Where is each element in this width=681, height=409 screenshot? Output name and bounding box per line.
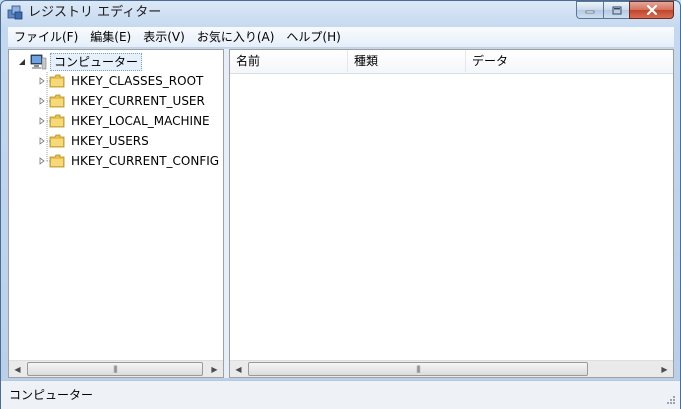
close-button[interactable] (629, 1, 674, 19)
tree-item-hkcc[interactable]: HKEY_CURRENT_CONFIG (37, 152, 221, 170)
tree-horizontal-scrollbar[interactable]: ◀ ||| ▶ (9, 360, 223, 377)
tree-item-hku[interactable]: HKEY_USERS (37, 132, 151, 150)
list-horizontal-scrollbar[interactable]: ◀ ||| ▶ (230, 360, 673, 377)
tree-item-label: HKEY_CURRENT_CONFIG (71, 154, 220, 168)
minimize-icon (585, 10, 595, 14)
scroll-thumb[interactable]: ||| (27, 362, 203, 376)
expand-arrow-icon[interactable] (37, 136, 47, 146)
window-title: レジストリ エディター (28, 5, 162, 20)
caption-buttons (576, 1, 674, 20)
tree-item-label: HKEY_CLASSES_ROOT (71, 74, 204, 88)
status-bar: コンピューター (1, 380, 680, 409)
tree-item-hkcr[interactable]: HKEY_CLASSES_ROOT (37, 72, 205, 90)
resize-grip-icon[interactable] (665, 394, 676, 405)
menu-favorites[interactable]: お気に入り(A) (191, 28, 281, 47)
menu-bar: ファイル(F) 編集(E) 表示(V) お気に入り(A) ヘルプ(H) (8, 27, 674, 48)
tree-item-label: HKEY_USERS (71, 134, 149, 148)
registry-editor-icon (7, 5, 23, 20)
scroll-right-arrow-icon[interactable]: ▶ (656, 361, 673, 377)
scroll-left-arrow-icon[interactable]: ◀ (9, 361, 26, 377)
expand-arrow-icon[interactable] (37, 156, 47, 166)
maximize-icon (612, 6, 621, 14)
expand-arrow-icon[interactable] (37, 116, 47, 126)
folder-icon (49, 134, 65, 148)
expand-arrow-icon[interactable] (37, 96, 47, 106)
key-tree-pane[interactable]: コンピューター HKEY_CLASSES_ROOT HKEY_CURRENT_U… (8, 49, 224, 378)
title-bar[interactable]: レジストリ エディター (1, 1, 680, 25)
scroll-thumb[interactable]: ||| (248, 362, 588, 376)
tree-item-hkcu[interactable]: HKEY_CURRENT_USER (37, 92, 207, 110)
scroll-right-arrow-icon[interactable]: ▶ (206, 361, 223, 377)
tree-item-label: HKEY_LOCAL_MACHINE (71, 114, 210, 128)
folder-icon (49, 74, 65, 88)
menu-file[interactable]: ファイル(F) (8, 28, 84, 47)
minimize-button[interactable] (576, 1, 603, 19)
tree-item-hklm[interactable]: HKEY_LOCAL_MACHINE (37, 112, 212, 130)
menu-view[interactable]: 表示(V) (137, 28, 191, 47)
menu-edit[interactable]: 編集(E) (84, 28, 137, 47)
column-header-data[interactable]: データ (466, 50, 673, 72)
maximize-button[interactable] (603, 1, 629, 19)
folder-icon (49, 154, 65, 168)
column-header-name[interactable]: 名前 (230, 50, 348, 72)
tree-item-label: HKEY_CURRENT_USER (71, 94, 205, 108)
status-path: コンピューター (9, 388, 94, 402)
column-header-row: 名前 種類 データ (230, 50, 673, 74)
registry-editor-window: レジストリ エディター ファイル(F) 編集(E) 表示(V) お気に入り(A)… (0, 0, 681, 409)
folder-icon (49, 94, 65, 108)
column-header-type[interactable]: 種類 (348, 50, 466, 72)
menu-help[interactable]: ヘルプ(H) (280, 28, 346, 47)
scroll-left-arrow-icon[interactable]: ◀ (230, 361, 247, 377)
values-list-pane[interactable]: 名前 種類 データ ◀ ||| ▶ (229, 49, 674, 378)
expand-arrow-icon[interactable] (37, 76, 47, 86)
folder-icon (49, 114, 65, 128)
close-icon (646, 5, 657, 15)
